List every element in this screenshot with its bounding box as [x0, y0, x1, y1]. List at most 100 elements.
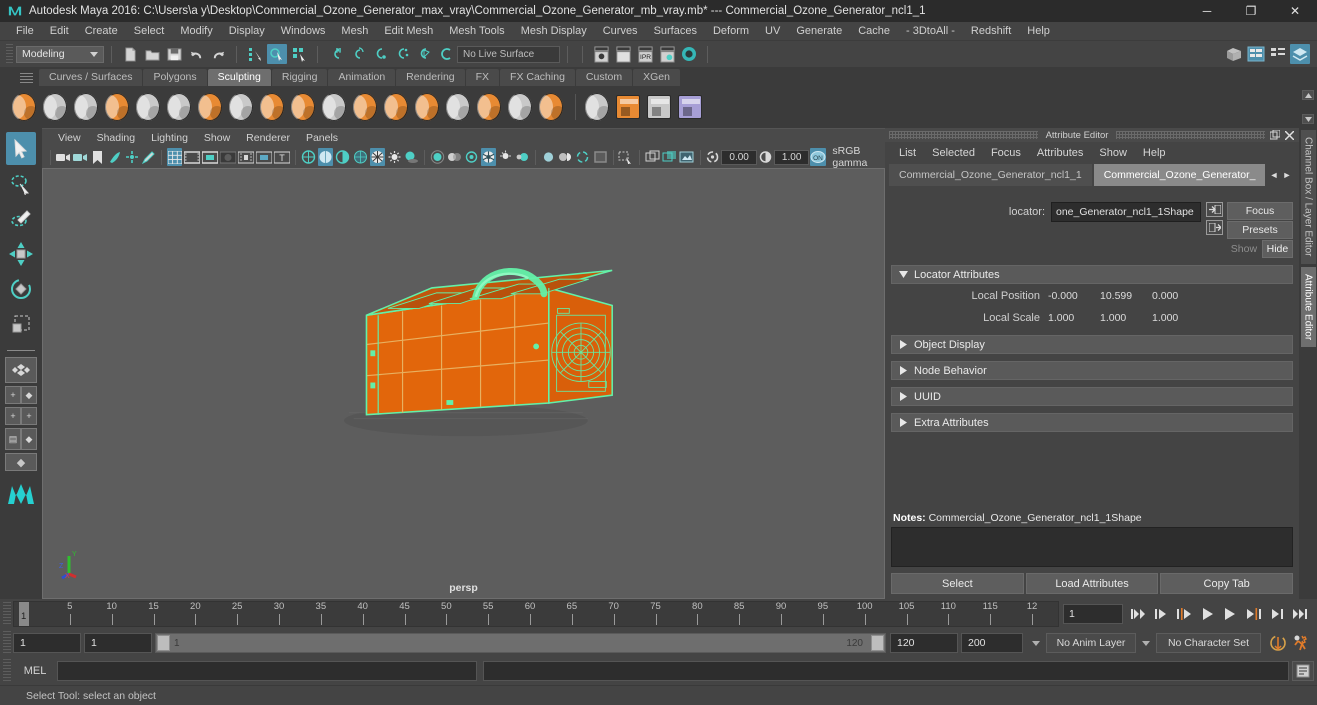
- menu-uv[interactable]: UV: [757, 22, 788, 41]
- vtab-channel-box-layer-editor[interactable]: Channel Box / Layer Editor: [1300, 130, 1316, 264]
- layout-list-view[interactable]: ▤: [5, 428, 21, 450]
- grab-brush-icon[interactable]: [103, 92, 131, 122]
- pinch-brush-icon[interactable]: [134, 92, 162, 122]
- knife-brush-icon[interactable]: [413, 92, 441, 122]
- shelf-tab-curves-surfaces[interactable]: Curves / Surfaces: [39, 69, 143, 86]
- convert-sculpt-icon[interactable]: [583, 92, 611, 122]
- command-input[interactable]: [57, 661, 477, 681]
- new-scene-icon[interactable]: [120, 44, 140, 64]
- wireframe-shade-icon[interactable]: [301, 148, 316, 166]
- hide-button[interactable]: Hide: [1261, 240, 1293, 258]
- ae-tab-shape[interactable]: Commercial_Ozone_Generator_: [1093, 164, 1266, 186]
- menu-display[interactable]: Display: [221, 22, 273, 41]
- select-tool[interactable]: [6, 132, 36, 165]
- shelf-tab-animation[interactable]: Animation: [328, 69, 396, 86]
- shelf-tab-rendering[interactable]: Rendering: [396, 69, 465, 86]
- scrape-brush-icon[interactable]: [351, 92, 379, 122]
- menu-edit[interactable]: Edit: [42, 22, 77, 41]
- safe-title-icon[interactable]: T: [274, 148, 291, 166]
- chevron-down-icon[interactable]: [1032, 640, 1040, 646]
- shelf-tab-rigging[interactable]: Rigging: [271, 69, 328, 86]
- persp-graph-layout[interactable]: ▤ ◆: [5, 428, 37, 450]
- attr-value-z[interactable]: 1.000: [1150, 312, 1202, 324]
- menu-deform[interactable]: Deform: [705, 22, 757, 41]
- range-start-field[interactable]: 1: [84, 633, 152, 653]
- grid-toggle-icon[interactable]: [167, 148, 183, 166]
- ae-tab-prev-icon[interactable]: ◄: [1267, 164, 1280, 186]
- film-origin-icon[interactable]: [238, 148, 255, 166]
- lasso-select-tool[interactable]: [6, 167, 36, 200]
- time-slider-grip[interactable]: [3, 602, 11, 626]
- viewport-menu-renderer[interactable]: Renderer: [238, 132, 298, 144]
- play-backwards-icon[interactable]: [1197, 604, 1218, 624]
- command-output[interactable]: [483, 661, 1289, 681]
- redo-icon[interactable]: [208, 44, 228, 64]
- layout-persp-view[interactable]: ◆: [21, 428, 37, 450]
- menu-set-dropdown[interactable]: Modeling: [16, 45, 104, 63]
- four-view-layout[interactable]: + ◆: [5, 386, 37, 404]
- ae-menu-attributes[interactable]: Attributes: [1029, 147, 1091, 159]
- presets-button[interactable]: Presets: [1227, 221, 1293, 239]
- snap-point-icon[interactable]: [370, 44, 390, 64]
- ghosting-icon[interactable]: [575, 148, 590, 166]
- attr-value-y[interactable]: 1.000: [1098, 312, 1150, 324]
- select-button[interactable]: Select: [891, 573, 1024, 594]
- step-back-frame-icon[interactable]: [1174, 604, 1195, 624]
- auto-keyframe-icon[interactable]: [1267, 633, 1288, 653]
- flatten-brush-icon[interactable]: [165, 92, 193, 122]
- close-button[interactable]: ✕: [1273, 0, 1317, 22]
- node-name-field[interactable]: one_Generator_ncl1_1Shape: [1051, 202, 1201, 222]
- shelf-scroll-controls[interactable]: [1302, 90, 1314, 124]
- ae-menu-focus[interactable]: Focus: [983, 147, 1029, 159]
- menu-windows[interactable]: Windows: [273, 22, 334, 41]
- multisample-icon[interactable]: [464, 148, 479, 166]
- script-editor-icon[interactable]: [1292, 661, 1314, 681]
- go-to-end-icon[interactable]: [1289, 604, 1310, 624]
- chevron-down-icon[interactable]: [1142, 640, 1150, 646]
- animation-preferences-icon[interactable]: [1290, 633, 1311, 653]
- scale-tool[interactable]: [6, 307, 36, 340]
- ae-menu-help[interactable]: Help: [1135, 147, 1174, 159]
- ipr-render-icon[interactable]: IPR: [635, 44, 655, 64]
- perspective-viewport[interactable]: Y Z X persp: [42, 168, 885, 599]
- range-start-handle[interactable]: [157, 635, 170, 651]
- attribute-editor-icon[interactable]: [1268, 44, 1288, 64]
- image-plane-icon[interactable]: [107, 148, 122, 166]
- sculpt-brush-icon[interactable]: [10, 92, 38, 122]
- safe-action-icon[interactable]: [256, 148, 273, 166]
- motion-blur-icon[interactable]: [447, 148, 462, 166]
- freeze-brush-icon[interactable]: [537, 92, 565, 122]
- attr-value-x[interactable]: 1.000: [1046, 312, 1098, 324]
- ae-menu-list[interactable]: List: [891, 147, 924, 159]
- step-back-keyframe-icon[interactable]: [1151, 604, 1172, 624]
- live-surface-field[interactable]: No Live Surface: [457, 45, 560, 63]
- select-camera-icon[interactable]: [55, 148, 71, 166]
- shadows-icon[interactable]: [404, 148, 419, 166]
- smooth-brush-icon[interactable]: [41, 92, 69, 122]
- isolate-select-icon[interactable]: [481, 148, 497, 166]
- range-slider-grip[interactable]: [3, 631, 11, 655]
- lock-camera-icon[interactable]: [72, 148, 88, 166]
- menu-edit-mesh[interactable]: Edit Mesh: [376, 22, 441, 41]
- smooth-shade-icon[interactable]: [318, 148, 334, 166]
- hw-texture-icon[interactable]: [645, 148, 660, 166]
- rotate-tool[interactable]: [6, 272, 36, 305]
- menu-mesh-tools[interactable]: Mesh Tools: [441, 22, 512, 41]
- step-forward-frame-icon[interactable]: [1243, 604, 1264, 624]
- bookmark-icon[interactable]: [90, 148, 105, 166]
- fill-brush-icon[interactable]: [382, 92, 410, 122]
- viewport-menu-panels[interactable]: Panels: [298, 132, 346, 144]
- anim-layer-dropdown[interactable]: No Anim Layer: [1046, 633, 1136, 653]
- mirror-sculpt-icon[interactable]: [645, 92, 673, 122]
- menu-file[interactable]: File: [8, 22, 42, 41]
- render-settings-icon[interactable]: [657, 44, 677, 64]
- sculpt-layers-icon[interactable]: [676, 92, 704, 122]
- wax-brush-icon[interactable]: [320, 92, 348, 122]
- vtab-attribute-editor[interactable]: Attribute Editor: [1300, 266, 1316, 347]
- current-frame-field[interactable]: 1: [1063, 604, 1123, 624]
- section-locator-attributes[interactable]: Locator Attributes: [891, 265, 1293, 284]
- hypershade-icon[interactable]: [679, 44, 699, 64]
- menu-select[interactable]: Select: [126, 22, 173, 41]
- notes-textarea[interactable]: [891, 527, 1293, 567]
- menu-help[interactable]: Help: [1019, 22, 1058, 41]
